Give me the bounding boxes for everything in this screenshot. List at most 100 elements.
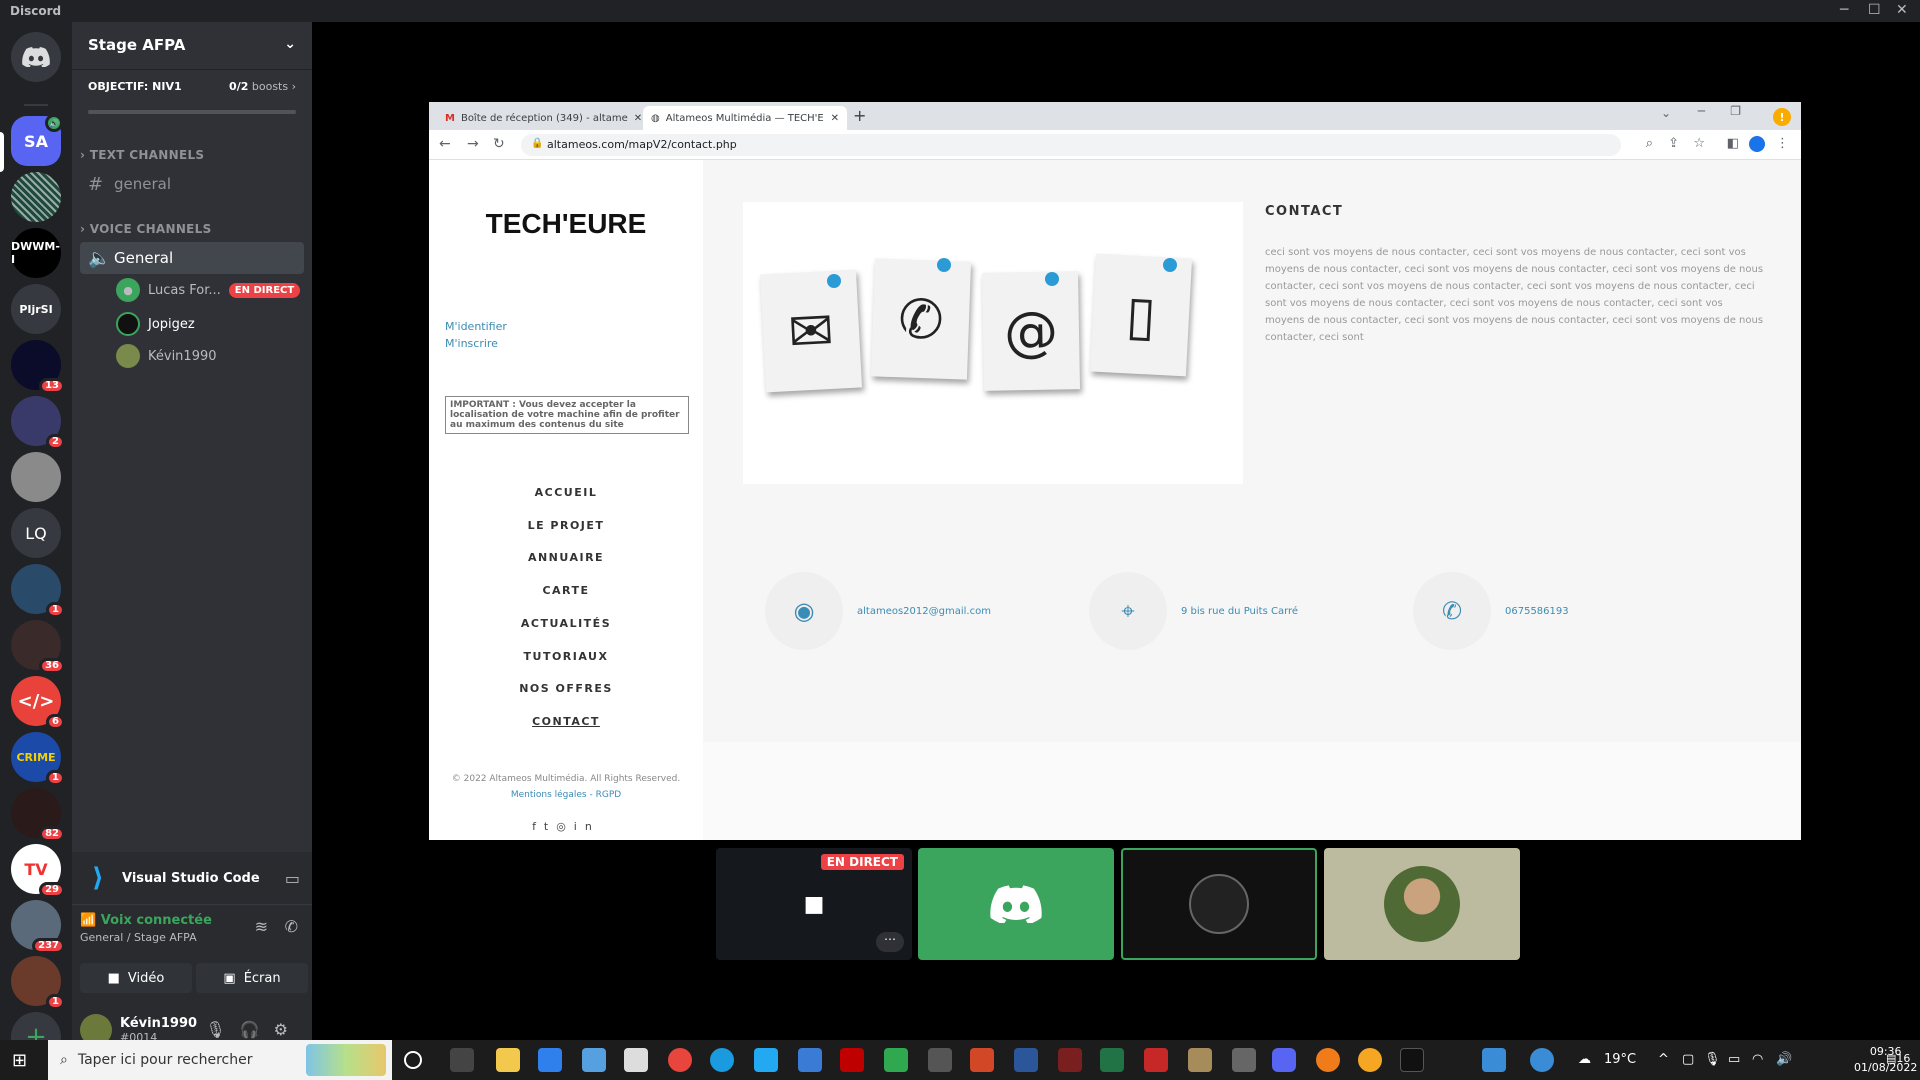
discord-taskbar-icon[interactable] xyxy=(1272,1048,1296,1072)
phone-text[interactable]: 0675586193 xyxy=(1505,606,1569,617)
site-logo[interactable]: TECH'EURE xyxy=(429,208,703,240)
headphones-icon[interactable]: 🎧 xyxy=(240,1020,274,1039)
category-text-channels[interactable]: › TEXT CHANNELS xyxy=(80,148,204,162)
nav-tutoriaux[interactable]: TUTORIAUX xyxy=(429,650,703,663)
url-input[interactable]: 🔒 altameos.com/mapV2/contact.php xyxy=(521,134,1621,156)
battery-icon[interactable]: ▭ xyxy=(1728,1052,1740,1067)
cortana-icon[interactable] xyxy=(404,1051,422,1069)
profile-icon[interactable] xyxy=(1749,136,1765,152)
guild-with-badge[interactable]: 13 xyxy=(11,340,65,394)
tab-search-icon[interactable]: ⌄ xyxy=(1661,106,1671,120)
powerpoint-icon[interactable] xyxy=(970,1048,994,1072)
close-tab-icon[interactable]: ✕ xyxy=(628,113,641,124)
weather-icon[interactable]: ☁ xyxy=(1578,1052,1591,1067)
guild-tv[interactable]: TV 29 xyxy=(11,844,65,898)
volume-icon[interactable]: 🔊 xyxy=(1776,1052,1792,1067)
nav-accueil[interactable]: ACCUEIL xyxy=(429,486,703,499)
nav-nos-offres[interactable]: NOS OFFRES xyxy=(429,682,703,695)
discord-home-button[interactable] xyxy=(11,32,61,82)
linkedin-icon[interactable]: in xyxy=(574,820,600,833)
spreadsheet-icon[interactable] xyxy=(884,1048,908,1072)
browser-tab-altameos[interactable]: ◍ Altameos Multimédia — TECH'E ✕ xyxy=(643,106,847,130)
server-header[interactable]: Stage AFPA ⌄ xyxy=(72,22,312,70)
guild-dwwm[interactable]: DWWM-I xyxy=(11,228,61,278)
tile-speaking-user[interactable] xyxy=(1121,848,1317,960)
file-explorer-icon[interactable] xyxy=(496,1048,520,1072)
guild-stage-afpa[interactable]: SA 🔊 xyxy=(11,114,63,166)
nav-contact[interactable]: CONTACT xyxy=(429,715,703,728)
mic-icon[interactable]: 🎙 xyxy=(205,1020,239,1039)
footer-legal-links[interactable]: Mentions légales - RGPD xyxy=(429,790,703,800)
avast-icon[interactable] xyxy=(1316,1048,1340,1072)
noise-suppression-icon[interactable]: ≋ xyxy=(255,917,268,936)
category-voice-channels[interactable]: › VOICE CHANNELS xyxy=(80,222,212,236)
nav-actualites[interactable]: ACTUALITÉS xyxy=(429,617,703,630)
tile-kevin[interactable] xyxy=(1324,848,1520,960)
screen-share-icon[interactable]: ▭ xyxy=(285,869,300,888)
media-app-icon[interactable] xyxy=(1058,1048,1082,1072)
zoom-icon[interactable]: ⌕ xyxy=(1646,136,1653,151)
browser-tab-gmail[interactable]: M Boîte de réception (349) - altame ✕ xyxy=(437,106,641,130)
guild-icon-pattern[interactable] xyxy=(11,172,61,222)
guild-crime[interactable]: CRIME 1 xyxy=(11,732,65,786)
weather-temp[interactable]: 19°C xyxy=(1604,1052,1636,1067)
instagram-icon[interactable]: ◎ xyxy=(556,820,574,833)
tiktok-icon[interactable] xyxy=(1400,1048,1424,1072)
nav-annuaire[interactable]: ANNUAIRE xyxy=(429,551,703,564)
taskbar-search[interactable]: ⌕ Taper ici pour rechercher xyxy=(48,1040,392,1080)
chrome-icon[interactable] xyxy=(668,1048,692,1072)
back-icon[interactable]: ← xyxy=(439,136,451,152)
reload-icon[interactable]: ↻ xyxy=(493,136,505,152)
notepad-icon[interactable] xyxy=(624,1048,648,1072)
gear-icon[interactable]: ⚙ xyxy=(274,1020,302,1039)
close-button[interactable]: ✕ xyxy=(1896,2,1908,18)
guild-code[interactable]: </> 6 xyxy=(11,676,65,730)
guild-lq[interactable]: LQ xyxy=(11,508,61,558)
close-tab-icon[interactable]: ✕ xyxy=(825,113,839,124)
forward-icon[interactable]: → xyxy=(467,136,479,152)
tray-app-icon[interactable]: ▢ xyxy=(1682,1052,1694,1067)
guild-avatar-person[interactable] xyxy=(11,452,61,502)
window-minimize-icon[interactable]: ─ xyxy=(1698,104,1705,118)
photos-icon[interactable] xyxy=(1482,1048,1506,1072)
now-playing-activity[interactable]: ⟩ Visual Studio Code ▭ xyxy=(72,852,312,904)
word-icon[interactable] xyxy=(1014,1048,1038,1072)
guild-with-badge[interactable]: 36 xyxy=(11,620,65,674)
guild-with-badge[interactable]: 1 xyxy=(11,564,65,618)
wifi-icon[interactable]: ◠ xyxy=(1752,1052,1763,1067)
edge-icon[interactable] xyxy=(710,1048,734,1072)
calculator-icon[interactable] xyxy=(798,1048,822,1072)
game-launcher-icon[interactable] xyxy=(1188,1048,1212,1072)
sidepanel-icon[interactable]: ◧ xyxy=(1727,136,1739,151)
guild-with-badge[interactable]: 1 xyxy=(11,956,65,1010)
amd-icon[interactable] xyxy=(1144,1048,1168,1072)
more-options-icon[interactable]: ⋯ xyxy=(876,932,904,952)
register-link[interactable]: M'inscrire xyxy=(445,337,498,350)
excel-icon[interactable] xyxy=(1100,1048,1124,1072)
twitter-icon[interactable]: t xyxy=(544,820,556,833)
vscode-icon[interactable] xyxy=(754,1048,778,1072)
guild-pijrsi[interactable]: PIjrSI xyxy=(11,284,61,334)
microphone-icon[interactable]: 🎙 xyxy=(1704,1052,1721,1067)
stream-tile[interactable]: EN DIRECT ■ ⋯ xyxy=(716,848,912,960)
browser-orange-icon[interactable] xyxy=(1358,1048,1382,1072)
tile-discord-user[interactable] xyxy=(918,848,1114,960)
store-icon[interactable] xyxy=(538,1048,562,1072)
voice-user-kevin[interactable]: Kévin1990 xyxy=(116,342,217,370)
facebook-icon[interactable]: f xyxy=(532,820,544,833)
maximize-button[interactable]: ☐ xyxy=(1868,2,1881,18)
nav-carte[interactable]: CARTE xyxy=(429,584,703,597)
update-warning-icon[interactable]: ! xyxy=(1773,108,1791,126)
new-tab-button[interactable]: + xyxy=(853,106,866,125)
windows-start-icon[interactable]: ⊞ xyxy=(12,1050,27,1071)
video-button[interactable]: ■ Vidéo xyxy=(80,963,192,993)
voice-user-jopigez[interactable]: Jopigez xyxy=(116,310,195,338)
email-link[interactable]: altameos2012@gmail.com xyxy=(857,606,991,617)
steam-icon[interactable] xyxy=(1232,1048,1256,1072)
nav-le-projet[interactable]: LE PROJET xyxy=(429,519,703,532)
share-icon[interactable]: ⇪ xyxy=(1668,136,1679,151)
address-text[interactable]: 9 bis rue du Puits Carré xyxy=(1181,606,1298,617)
star-icon[interactable]: ☆ xyxy=(1693,136,1705,151)
guild-with-badge[interactable]: 237 xyxy=(11,900,65,954)
mail-icon[interactable] xyxy=(582,1048,606,1072)
